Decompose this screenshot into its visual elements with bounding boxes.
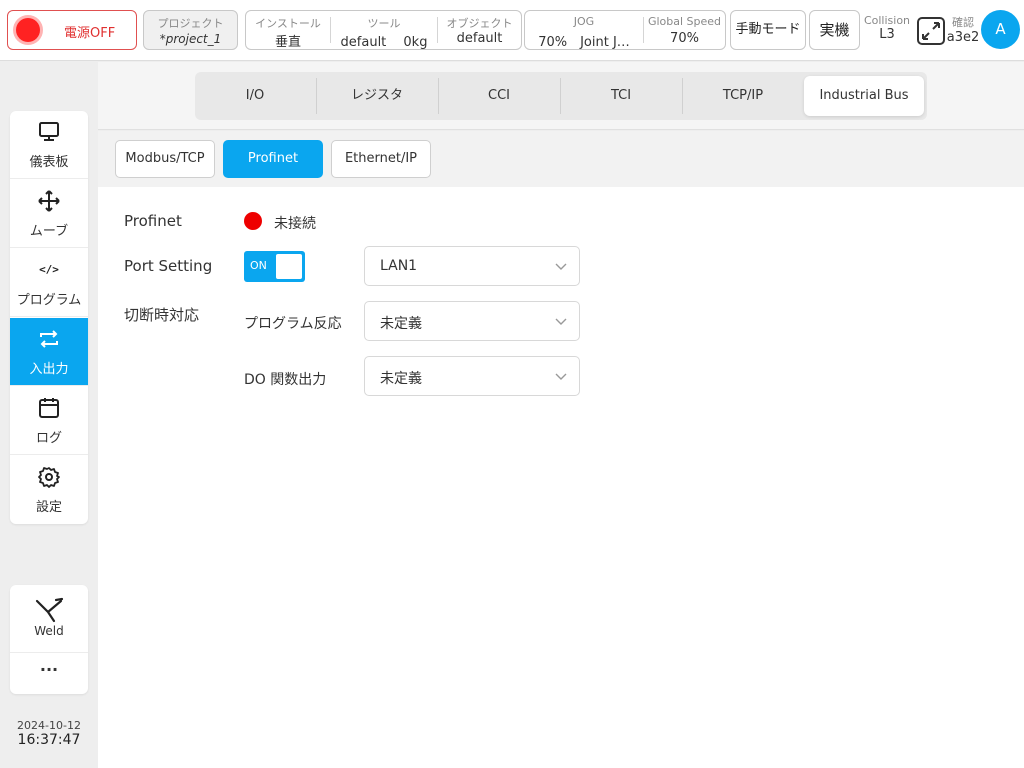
expand-icon[interactable] [916, 16, 946, 46]
weld-label: Weld [34, 624, 64, 638]
sidebar-item-program[interactable]: </> プログラム [10, 249, 88, 317]
sidebar-item-label: ログ [35, 431, 62, 446]
install-title: インストール [255, 17, 321, 30]
side-navigation: 儀表板 ムーブ </> プログラム 入出力 ログ 設定 [10, 111, 88, 524]
toggle-state-label: ON [250, 259, 267, 272]
real-machine-button[interactable]: 実機 [809, 10, 860, 50]
sidebar-item-label: プログラム [16, 293, 82, 308]
sidebar-item-label: 設定 [35, 500, 62, 515]
object-title: オブジェクト [446, 17, 513, 30]
tool-value: default 0kg [340, 35, 428, 50]
jog-cell[interactable]: JOG 70% Joint J… [525, 11, 643, 50]
program-reaction-label: プログラム反応 [244, 316, 342, 332]
jog-value: 70% Joint J… [538, 35, 630, 50]
port-setting-label: Port Setting [124, 257, 213, 275]
avatar[interactable]: A [981, 10, 1020, 49]
installation-panel[interactable]: インストール 垂直 ツール default 0kg オブジェクト default [245, 10, 522, 50]
object-value: default [456, 31, 503, 46]
clock: 2024-10-12 16:37:47 [10, 719, 88, 748]
sidebar-item-log[interactable]: ログ [10, 387, 88, 455]
top-status-bar: 電源OFF プロジェクト *project_1 インストール 垂直 ツール de… [0, 0, 1024, 61]
tab-cci[interactable]: CCI [439, 76, 559, 116]
speed-panel[interactable]: JOG 70% Joint J… Global Speed 70% [524, 10, 726, 50]
move-icon [37, 190, 61, 212]
global-speed-cell[interactable]: Global Speed 70% [644, 11, 725, 49]
tab-io[interactable]: I/O [195, 76, 315, 116]
sidebar-item-label: 入出力 [29, 362, 69, 377]
sidebar-item-dashboard[interactable]: 儀表板 [10, 111, 88, 179]
global-speed-title: Global Speed [647, 15, 722, 28]
tab-industrial-bus[interactable]: Industrial Bus [804, 76, 924, 116]
install-value: 垂直 [274, 35, 301, 50]
power-label: 電源OFF [64, 26, 116, 41]
confirm-id[interactable]: 確認 a3e2 [946, 14, 980, 45]
gear-icon [37, 466, 61, 488]
tab-ethernet-ip[interactable]: Ethernet/IP [331, 140, 431, 178]
global-speed-value: 70% [670, 31, 699, 46]
tab-tcp-ip[interactable]: TCP/IP [683, 76, 803, 116]
port-select[interactable]: LAN1 [364, 246, 580, 286]
sidebar-item-label: ムーブ [29, 224, 69, 239]
tool-title: ツール [367, 17, 401, 30]
tab-group: I/O レジスタ CCI TCI TCP/IP Industrial Bus [195, 72, 927, 120]
sidebar-item-settings[interactable]: 設定 [10, 456, 88, 524]
power-button[interactable]: 電源OFF [7, 10, 137, 50]
program-reaction-value: 未定義 [380, 316, 422, 332]
io-tab-bar: I/O レジスタ CCI TCI TCP/IP Industrial Bus [98, 62, 1024, 130]
port-select-value: LAN1 [380, 258, 418, 274]
confirm-title: 確認 [952, 16, 974, 29]
chevron-down-icon [555, 263, 567, 270]
collision-title: Collision [863, 14, 911, 27]
collision-value: L3 [879, 27, 895, 42]
more-button[interactable]: ··· [10, 653, 88, 694]
connection-status-text: 未接続 [274, 216, 316, 232]
sidebar-item-label: 儀表板 [29, 155, 69, 170]
install-cell[interactable]: インストール 垂直 [246, 11, 330, 50]
jog-title: JOG [573, 15, 595, 28]
project-name: *project_1 [159, 32, 222, 46]
power-status-icon [16, 18, 40, 42]
sidebar-item-move[interactable]: ムーブ [10, 180, 88, 248]
toggle-knob [276, 254, 302, 279]
profinet-label: Profinet [124, 212, 182, 230]
time-text: 16:37:47 [17, 732, 81, 748]
code-icon: </> [39, 263, 59, 276]
confirm-value: a3e2 [946, 30, 980, 45]
weld-torch-icon [34, 597, 64, 627]
collision-level[interactable]: Collision L3 [862, 14, 912, 42]
tool-cell[interactable]: ツール default 0kg [331, 11, 437, 50]
plugin-navigation: Weld ··· [10, 585, 88, 694]
calendar-icon [37, 397, 61, 419]
do-output-value: 未定義 [380, 371, 422, 387]
chevron-down-icon [555, 373, 567, 380]
port-setting-toggle[interactable]: ON [244, 251, 305, 282]
disconnect-behavior-label: 切断時対応 [124, 306, 200, 324]
profinet-settings-panel: Profinet 未接続 Port Setting ON LAN1 切断時対応 … [98, 187, 1024, 768]
tab-register[interactable]: レジスタ [317, 76, 437, 116]
do-output-label: DO 関数出力 [244, 372, 327, 388]
io-swap-icon [37, 328, 61, 350]
tab-profinet[interactable]: Profinet [223, 140, 323, 178]
manual-mode-button[interactable]: 手動モード [730, 10, 806, 50]
project-selector[interactable]: プロジェクト *project_1 [143, 10, 238, 50]
sidebar-item-io[interactable]: 入出力 [10, 318, 88, 386]
sidebar-item-weld[interactable]: Weld [10, 585, 88, 653]
connection-status-icon [244, 212, 262, 230]
date-text: 2024-10-12 [17, 719, 81, 732]
project-title: プロジェクト [157, 17, 224, 30]
tab-tci[interactable]: TCI [561, 76, 681, 116]
program-reaction-select[interactable]: 未定義 [364, 301, 580, 341]
do-output-select[interactable]: 未定義 [364, 356, 580, 396]
tab-modbus-tcp[interactable]: Modbus/TCP [115, 140, 215, 178]
protocol-tabs: Modbus/TCP Profinet Ethernet/IP [98, 131, 1024, 187]
object-cell[interactable]: オブジェクト default [438, 11, 521, 49]
monitor-icon [37, 121, 61, 143]
chevron-down-icon [555, 318, 567, 325]
